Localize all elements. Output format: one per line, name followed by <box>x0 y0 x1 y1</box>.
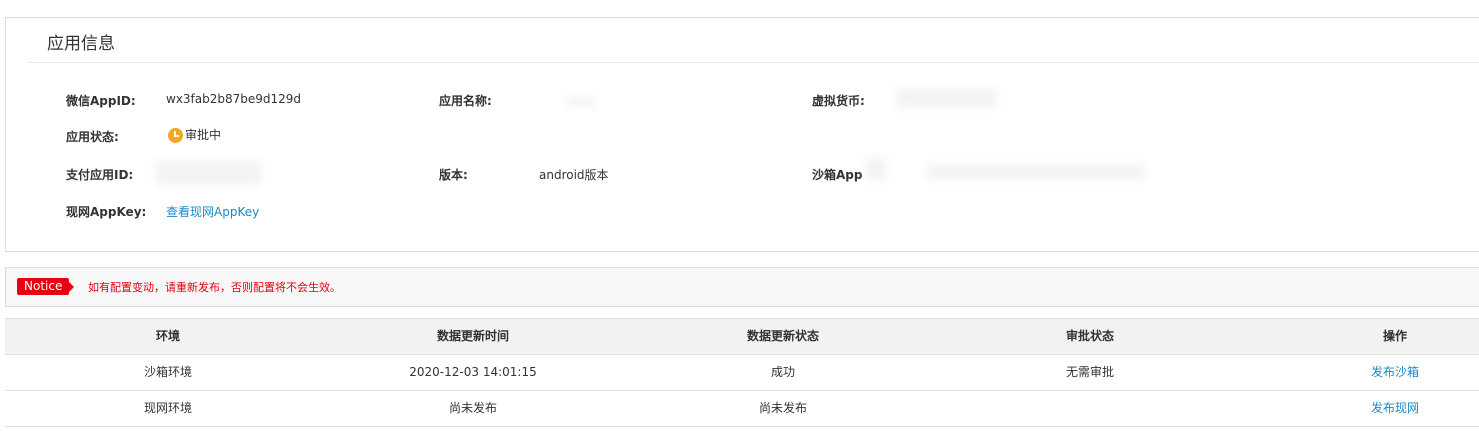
redacted-currency <box>896 89 996 107</box>
cell-action: 发布现网 <box>1295 391 1479 426</box>
header-approval-status: 审批状态 <box>1065 329 1114 343</box>
environment-table: 环境 数据更新时间 数据更新状态 审批状态 操作 沙箱环境 2020-12-03… <box>5 318 1479 427</box>
cell-update-status: 成功 <box>770 365 795 379</box>
cell-update-status: 尚未发布 <box>758 401 807 415</box>
cell-update-time: 2020-12-03 14:01:15 <box>409 365 537 379</box>
header-update-status: 数据更新状态 <box>746 329 819 343</box>
version-label: 版本: <box>439 168 468 182</box>
app-name-label: 应用名称: <box>439 94 492 108</box>
cell-approval-status: 无需审批 <box>1065 365 1114 379</box>
redacted-app-name <box>566 98 596 106</box>
status-value: 审批中 <box>185 128 222 142</box>
divider <box>28 62 1479 63</box>
notice-badge: Notice <box>17 278 75 295</box>
appid-value: wx3fab2b87be9d129d <box>166 92 302 106</box>
notice-bar: Notice 如有配置变动，请重新发布，否则配置将不会生效。 <box>5 267 1479 307</box>
panel-title: 应用信息 <box>47 34 115 54</box>
sandbox-app-label: 沙箱App <box>812 168 863 182</box>
header-env: 环境 <box>155 329 180 343</box>
app-info-panel: 应用信息 微信AppID: wx3fab2b87be9d129d 应用名称: 虚… <box>5 17 1479 252</box>
table-row: 沙箱环境 2020-12-03 14:01:15 成功 无需审批 发布沙箱 <box>5 355 1479 391</box>
status-value-wrap: 审批中 <box>168 126 221 143</box>
clock-icon <box>168 128 183 143</box>
status-label: 应用状态: <box>66 130 119 144</box>
header-actions: 操作 <box>1382 329 1407 343</box>
cell-env: 现网环境 <box>143 401 192 415</box>
cell-action: 发布沙箱 <box>1295 355 1479 390</box>
redacted-pay-app-id <box>156 161 261 185</box>
redacted-sandbox-app <box>866 158 886 180</box>
publish-production-link[interactable]: 发布现网 <box>1371 401 1419 415</box>
currency-label: 虚拟货币: <box>812 94 865 108</box>
table-row: 现网环境 尚未发布 尚未发布 发布现网 <box>5 391 1479 427</box>
cell-env: 沙箱环境 <box>143 365 192 379</box>
version-value: android版本 <box>539 168 609 182</box>
cell-update-time: 尚未发布 <box>448 401 497 415</box>
cell-approval-status <box>990 391 1190 426</box>
publish-sandbox-link[interactable]: 发布沙箱 <box>1371 365 1419 379</box>
pay-app-id-label: 支付应用ID: <box>66 168 134 182</box>
notice-text: 如有配置变动，请重新发布，否则配置将不会生效。 <box>88 281 341 294</box>
appid-label: 微信AppID: <box>66 94 136 108</box>
redacted-sandbox-app-2 <box>926 165 1146 179</box>
view-appkey-link[interactable]: 查看现网AppKey <box>166 203 259 220</box>
table-header-row: 环境 数据更新时间 数据更新状态 审批状态 操作 <box>5 319 1479 355</box>
appkey-label: 现网AppKey: <box>66 205 147 219</box>
header-update-time: 数据更新时间 <box>436 329 509 343</box>
